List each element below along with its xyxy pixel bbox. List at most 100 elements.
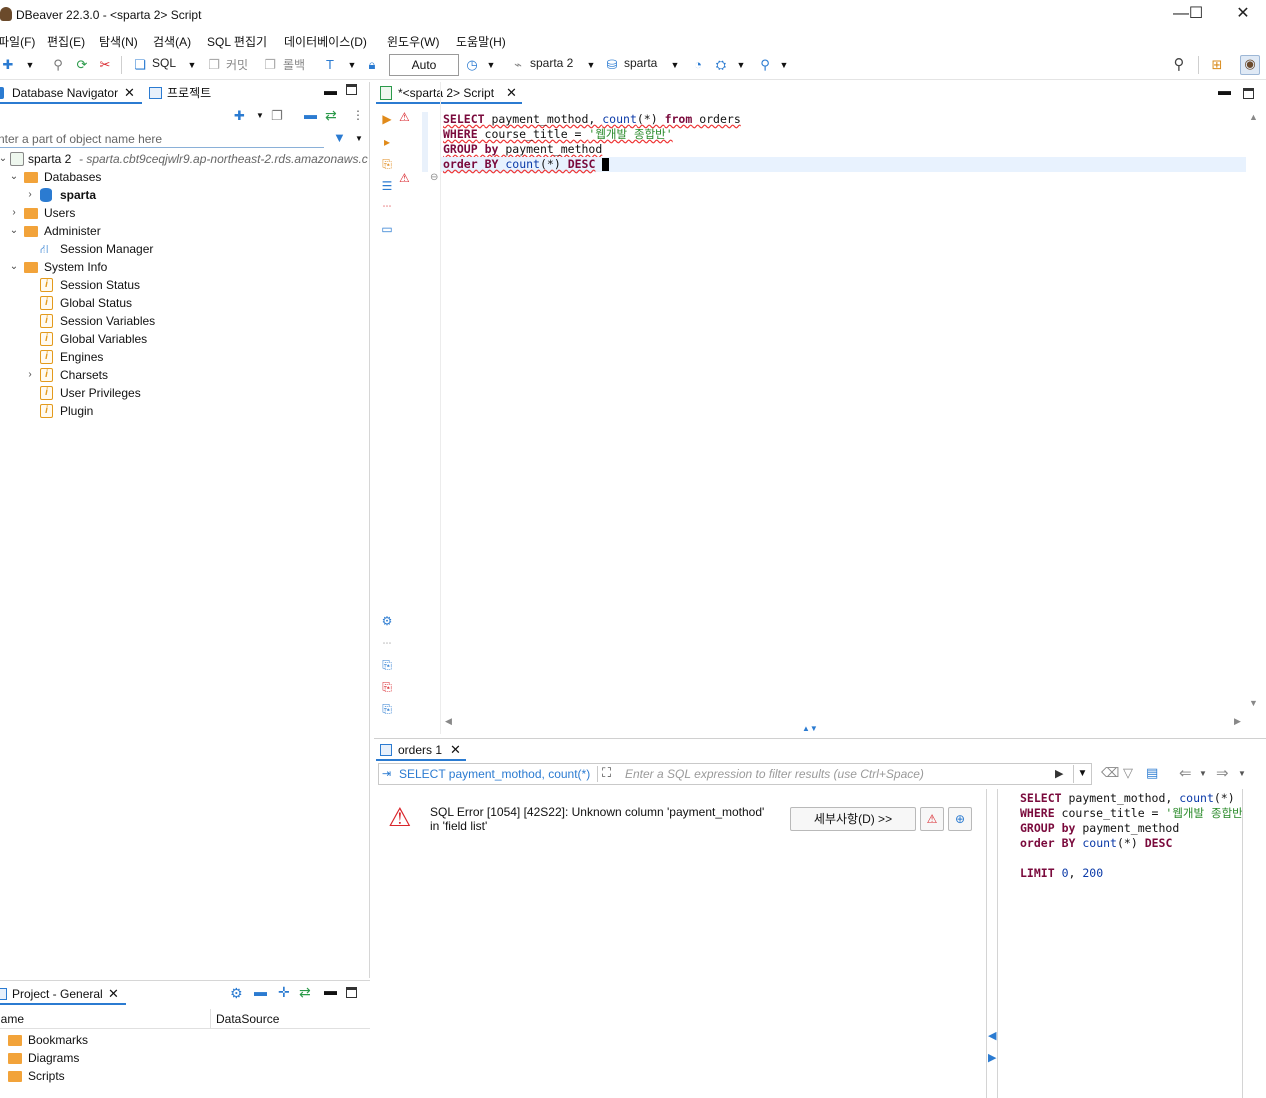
new-connection-icon[interactable]: ✚ bbox=[234, 108, 245, 124]
chevron-down-icon[interactable]: ▼ bbox=[733, 57, 749, 73]
tab-project-general[interactable]: Project - General ✕ bbox=[0, 983, 126, 1005]
code-line-3[interactable]: GROUP by payment_method bbox=[443, 142, 602, 157]
column-datasource[interactable]: DataSource bbox=[216, 1012, 279, 1026]
tab-projects[interactable]: 프로젝트 bbox=[146, 82, 226, 104]
eraser-icon[interactable]: ⌫ bbox=[1101, 765, 1119, 781]
terminal-icon[interactable]: ▭ bbox=[380, 222, 394, 236]
new-connection-icon[interactable]: ✚ bbox=[0, 57, 16, 73]
chevron-down-icon[interactable]: ▼ bbox=[1073, 765, 1091, 783]
close-button[interactable]: ✕ bbox=[1228, 4, 1258, 26]
results-filter-input[interactable]: Enter a SQL expression to filter results… bbox=[625, 767, 924, 781]
back-icon[interactable]: ⇐ bbox=[1179, 764, 1192, 782]
active-schema-selector[interactable]: sparta bbox=[624, 56, 657, 70]
chevron-down-icon[interactable]: ▼ bbox=[22, 57, 38, 73]
chevron-right-icon[interactable]: › bbox=[25, 366, 35, 384]
menu-navigate[interactable]: 탐색(N) bbox=[99, 33, 138, 50]
tools-icon[interactable]: ⛭ bbox=[713, 57, 729, 73]
details-button[interactable]: 세부사항(D) >> bbox=[790, 807, 916, 831]
code-line-2[interactable]: WHERE course_title = '웹개발 종합반' bbox=[443, 127, 673, 142]
global-search-icon[interactable]: ⚲ bbox=[1171, 57, 1187, 73]
menu-window[interactable]: 윈도우(W) bbox=[387, 33, 439, 50]
chevron-down-icon[interactable]: ▼ bbox=[1238, 769, 1246, 778]
query-preview[interactable]: SELECT payment_mothod, count(*) bbox=[399, 767, 590, 781]
chevron-down-icon[interactable]: ⌄ bbox=[9, 258, 19, 276]
history-icon[interactable]: ◷ bbox=[464, 57, 480, 73]
apply-filter-icon[interactable]: ▶ bbox=[1055, 767, 1063, 780]
menu-help[interactable]: 도움말(H) bbox=[456, 33, 506, 50]
gear-icon[interactable]: ⚙ bbox=[230, 985, 243, 1002]
execute-script-icon[interactable]: ⎘ bbox=[380, 157, 394, 171]
menu-search[interactable]: 검색(A) bbox=[153, 33, 191, 50]
format-icon[interactable]: ⎘ bbox=[380, 702, 394, 716]
tab-database-navigator[interactable]: Database Navigator ✕ bbox=[0, 82, 142, 104]
disconnect-icon[interactable]: ✂ bbox=[97, 57, 113, 73]
more-icon[interactable]: ⋯ bbox=[380, 199, 394, 213]
expand-all-icon[interactable]: ✛ bbox=[278, 984, 290, 1001]
tree-connection-sparta-2[interactable]: ⌄ sparta 2 - sparta.cbt9ceqjwlr9.ap-nort… bbox=[0, 150, 370, 168]
reconnect-icon[interactable]: ⟳ bbox=[74, 57, 90, 73]
maximize-button[interactable]: ☐ bbox=[1181, 4, 1211, 26]
gear-icon[interactable]: ⚙ bbox=[380, 614, 394, 628]
help-button[interactable]: ⊕ bbox=[948, 807, 972, 831]
menu-sql-editor[interactable]: SQL 편집기 bbox=[207, 33, 267, 50]
close-icon[interactable]: ✕ bbox=[450, 739, 461, 761]
chevron-down-icon[interactable]: ▼ bbox=[667, 57, 683, 73]
execute-statement-icon[interactable]: ▶ bbox=[380, 112, 394, 126]
commit-button[interactable]: 커밋 bbox=[226, 56, 248, 73]
menu-edit[interactable]: 편집(E) bbox=[47, 33, 85, 50]
maximize-view-icon[interactable] bbox=[1243, 88, 1254, 99]
minimize-view-icon[interactable]: ▬ bbox=[324, 983, 337, 998]
more-icon[interactable]: ⋯ bbox=[380, 636, 394, 650]
panel-toggle-icon[interactable]: ▶ bbox=[988, 1051, 996, 1064]
view-menu-icon[interactable]: ⋮ bbox=[352, 108, 364, 122]
delete-file-icon[interactable]: ⎘ bbox=[380, 680, 394, 694]
chevron-down-icon[interactable]: ▼ bbox=[776, 57, 792, 73]
chevron-down-icon[interactable]: ▼ bbox=[184, 57, 200, 73]
chevron-down-icon[interactable]: ▼ bbox=[256, 111, 264, 120]
chevron-down-icon[interactable]: ⌄ bbox=[0, 150, 8, 168]
chevron-down-icon[interactable]: ⌄ bbox=[9, 168, 19, 186]
forward-icon[interactable]: ⇒ bbox=[1216, 764, 1229, 782]
tab-results-orders-1[interactable]: orders 1 ✕ bbox=[376, 739, 466, 761]
column-name[interactable]: lame bbox=[0, 1012, 24, 1026]
sql-editor-icon[interactable]: ❏ bbox=[132, 57, 148, 73]
chevron-right-icon[interactable]: › bbox=[25, 186, 35, 204]
scroll-down-icon[interactable]: ▼ bbox=[1249, 698, 1258, 708]
close-icon[interactable]: ✕ bbox=[124, 82, 135, 104]
chevron-down-icon[interactable]: ⌄ bbox=[9, 222, 19, 240]
code-line-1[interactable]: SELECT payment_mothod, count(*) from ord… bbox=[443, 112, 741, 127]
error-log-button[interactable]: ⚠ bbox=[920, 807, 944, 831]
fold-icon[interactable]: ⊖ bbox=[430, 172, 438, 183]
maximize-view-icon[interactable] bbox=[346, 84, 357, 95]
link-with-editor-icon[interactable]: ⇄ bbox=[325, 107, 337, 124]
new-folder-icon[interactable]: ❐ bbox=[271, 108, 283, 124]
link-with-editor-icon[interactable]: ⇄ bbox=[299, 984, 311, 1001]
active-connection-selector[interactable]: sparta 2 bbox=[530, 56, 573, 70]
chevron-down-icon[interactable]: ▼ bbox=[355, 134, 363, 143]
minimize-view-icon[interactable]: ▬ bbox=[324, 83, 337, 98]
collapse-all-icon[interactable]: ▬ bbox=[304, 107, 317, 122]
minimize-view-icon[interactable]: ▬ bbox=[1218, 83, 1231, 98]
code-line-4[interactable]: order BY count(*) DESC bbox=[443, 157, 610, 172]
panel-toggle-icon[interactable]: ◀ bbox=[988, 1029, 996, 1042]
open-perspective-icon[interactable]: ⊞ bbox=[1209, 57, 1225, 73]
tab-sql-script[interactable]: *<sparta 2> Script ✕ bbox=[376, 82, 522, 104]
chevron-down-icon[interactable]: ▼ bbox=[583, 57, 599, 73]
execute-new-tab-icon[interactable]: ▸ bbox=[380, 135, 394, 149]
dbeaver-perspective-icon[interactable]: ◉ bbox=[1240, 55, 1260, 75]
error-marker-icon[interactable]: ⚠ bbox=[399, 171, 410, 185]
transaction-mode-icon[interactable]: T bbox=[322, 57, 338, 73]
chevron-right-icon[interactable]: › bbox=[9, 204, 19, 222]
sql-button[interactable]: SQL bbox=[152, 56, 176, 70]
transaction-mode-field[interactable]: Auto bbox=[389, 54, 459, 76]
dashboard-icon[interactable]: ◔ bbox=[690, 57, 706, 73]
collapse-all-icon[interactable]: ▬ bbox=[254, 984, 267, 999]
menu-file[interactable]: 파일(F) bbox=[0, 33, 35, 50]
close-icon[interactable]: ✕ bbox=[108, 983, 119, 1005]
scroll-left-icon[interactable]: ◀ bbox=[445, 716, 452, 727]
chevron-down-icon[interactable]: ▼ bbox=[1199, 769, 1207, 778]
close-icon[interactable]: ✕ bbox=[506, 82, 517, 104]
explain-plan-icon[interactable]: ☰ bbox=[380, 179, 394, 193]
search-icon[interactable]: ⚲ bbox=[757, 57, 773, 73]
chevron-down-icon[interactable]: ▼ bbox=[483, 57, 499, 73]
